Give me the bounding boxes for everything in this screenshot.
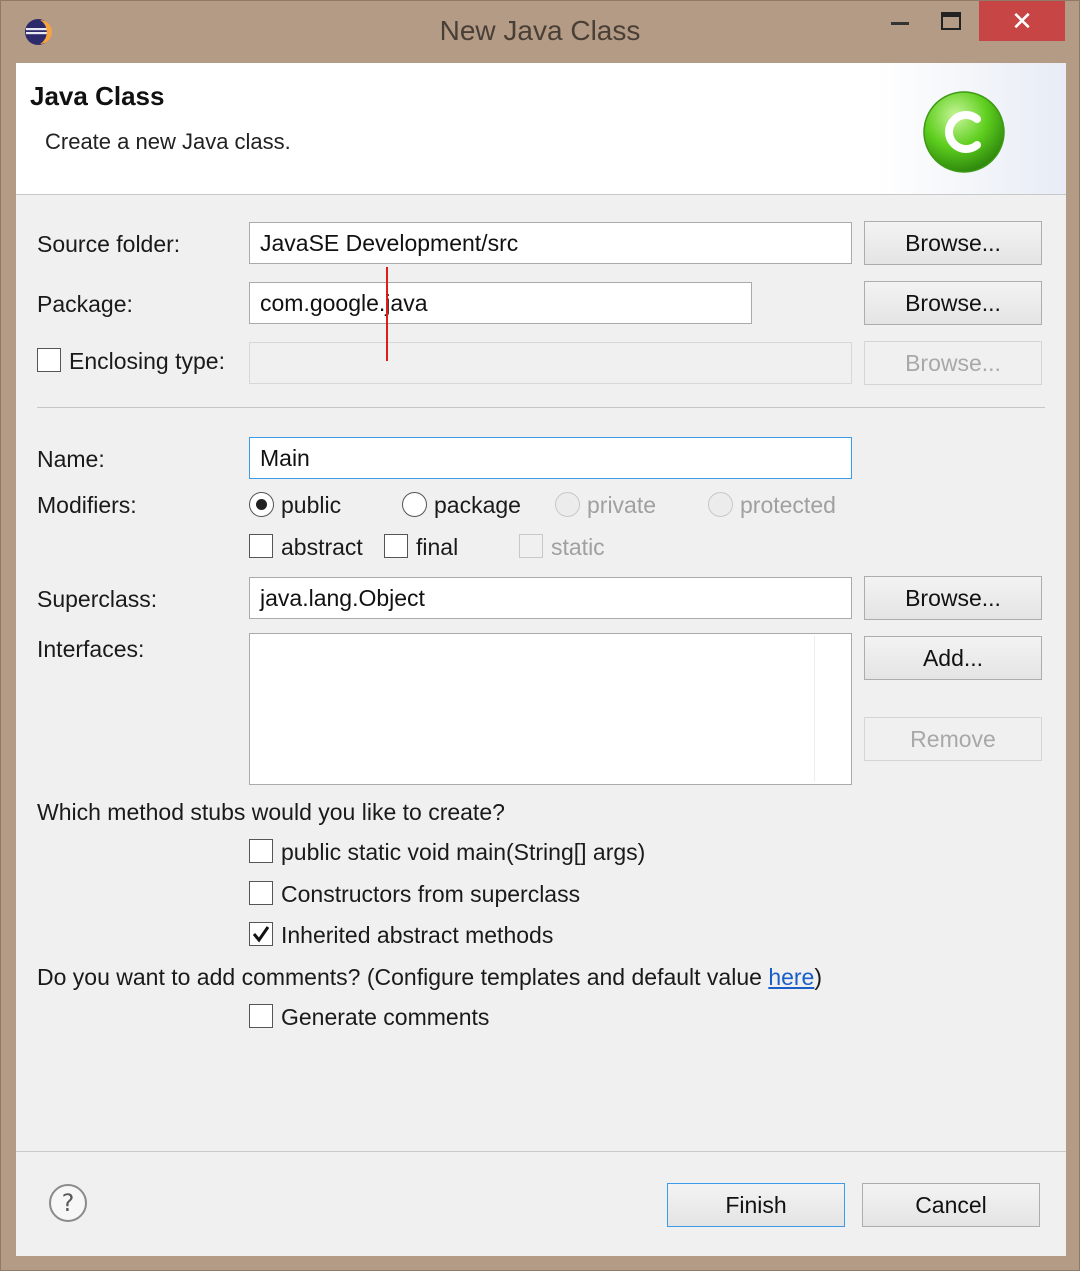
stub-constructors-checkbox[interactable] <box>249 881 273 905</box>
maximize-icon <box>941 12 961 30</box>
superclass-label: Superclass: <box>37 586 158 612</box>
modifier-protected-radio[interactable] <box>708 492 733 517</box>
modifier-private-radio[interactable] <box>555 492 580 517</box>
name-label: Name: <box>37 446 105 472</box>
superclass-input[interactable]: java.lang.Object <box>249 577 852 619</box>
source-folder-input[interactable]: JavaSE Development/src <box>249 222 852 264</box>
stub-inherited-label: Inherited abstract methods <box>281 922 554 948</box>
checkmark-icon <box>252 926 270 943</box>
modifier-protected-label: protected <box>740 492 836 518</box>
modifiers-label: Modifiers: <box>37 492 137 518</box>
enclosing-type-browse-button[interactable]: Browse... <box>864 341 1042 385</box>
source-folder-label: Source folder: <box>37 231 181 257</box>
modifier-abstract-checkbox[interactable] <box>249 534 273 558</box>
comments-question-text: Do you want to add comments? (Configure … <box>37 964 769 990</box>
enclosing-type-checkbox[interactable] <box>37 348 61 372</box>
dialog-client-area: Java Class Create a new Java class. Sour… <box>16 63 1066 1256</box>
text-cursor-annotation <box>386 267 388 361</box>
comments-question-suffix: ) <box>814 964 823 990</box>
comments-question: Do you want to add comments? (Configure … <box>37 964 822 991</box>
stub-main-label: public static void main(String[] args) <box>281 839 646 865</box>
wizard-title: Java Class <box>30 81 165 111</box>
stub-constructors-label: Constructors from superclass <box>281 881 581 907</box>
superclass-browse-button[interactable]: Browse... <box>864 576 1042 620</box>
help-glyph: ? <box>62 1189 75 1217</box>
name-input[interactable]: Main <box>249 437 852 479</box>
modifier-final-label: final <box>416 534 459 560</box>
class-c-icon <box>923 91 1005 173</box>
interfaces-remove-button[interactable]: Remove <box>864 717 1042 761</box>
modifier-static-checkbox[interactable] <box>519 534 543 558</box>
finish-button[interactable]: Finish <box>667 1183 845 1227</box>
close-icon: ✕ <box>1011 5 1033 36</box>
stub-inherited-checkbox[interactable] <box>249 922 273 946</box>
method-stubs-question: Which method stubs would you like to cre… <box>37 799 505 825</box>
source-folder-browse-button[interactable]: Browse... <box>864 221 1042 265</box>
section-separator <box>37 407 1045 408</box>
wizard-description: Create a new Java class. <box>45 129 291 154</box>
generate-comments-checkbox[interactable] <box>249 1004 273 1028</box>
modifier-package-label: package <box>434 492 521 518</box>
maximize-button[interactable] <box>929 1 973 41</box>
interfaces-add-button[interactable]: Add... <box>864 636 1042 680</box>
enclosing-type-input[interactable] <box>249 342 852 384</box>
modifier-abstract-label: abstract <box>281 534 363 560</box>
modifier-static-label: static <box>551 534 605 560</box>
minimize-icon <box>891 22 909 25</box>
help-icon[interactable]: ? <box>48 1183 88 1223</box>
modifier-private-label: private <box>587 492 657 518</box>
stub-main-checkbox[interactable] <box>249 839 273 863</box>
package-input[interactable]: com.google.java <box>249 282 752 324</box>
generate-comments-label: Generate comments <box>281 1004 490 1030</box>
enclosing-type-label: Enclosing type: <box>69 348 225 374</box>
interfaces-label: Interfaces: <box>37 636 145 662</box>
package-browse-button[interactable]: Browse... <box>864 281 1042 325</box>
title-bar[interactable]: New Java Class ✕ <box>1 1 1079 63</box>
modifier-public-radio[interactable] <box>249 492 274 517</box>
package-label: Package: <box>37 291 133 317</box>
modifier-public-label: public <box>281 492 342 518</box>
cancel-button[interactable]: Cancel <box>862 1183 1040 1227</box>
modifier-final-checkbox[interactable] <box>384 534 408 558</box>
wizard-header: Java Class Create a new Java class. <box>16 63 1066 195</box>
configure-templates-link[interactable]: here <box>768 964 814 990</box>
dialog-window: New Java Class ✕ Java Class Create a new… <box>0 0 1080 1271</box>
minimize-button[interactable] <box>879 1 921 41</box>
interfaces-list[interactable] <box>249 633 852 785</box>
close-button[interactable]: ✕ <box>979 1 1065 41</box>
footer-separator <box>16 1151 1066 1152</box>
list-divider <box>814 636 815 782</box>
modifier-package-radio[interactable] <box>402 492 427 517</box>
